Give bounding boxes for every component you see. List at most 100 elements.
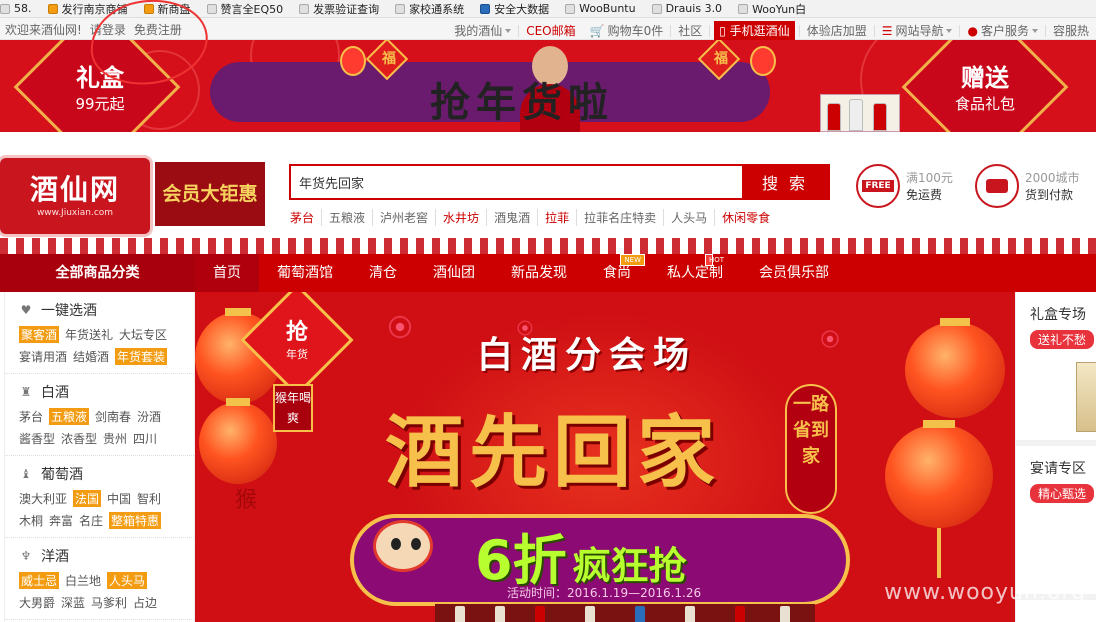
banner-headline: 酒先回家 bbox=[385, 407, 722, 498]
site-nav-menu[interactable]: ☰ 网站导航 bbox=[875, 22, 960, 39]
ceo-mail-link[interactable]: CEO邮箱 bbox=[519, 22, 582, 39]
category-link[interactable]: 五粮液 bbox=[49, 408, 90, 425]
bookmark-item[interactable]: 发票验证查询 bbox=[299, 1, 379, 17]
nav-item[interactable]: 新品发现 bbox=[493, 254, 585, 292]
page-icon bbox=[206, 3, 217, 14]
category-link[interactable]: 大男爵 bbox=[19, 594, 55, 611]
free-shipping-line2: 免运费 bbox=[906, 188, 943, 202]
mobile-link[interactable]: ▯ 手机逛酒仙 bbox=[714, 21, 795, 40]
bookmark-item[interactable]: 赞言全EQ50 bbox=[206, 1, 284, 17]
main-nav: 全部商品分类 首页 葡萄酒馆 清仓 酒仙团 HOT 新品发现 食尚 NEW 私人定制 会员俱乐部 bbox=[0, 254, 1096, 292]
hot-keyword-link[interactable]: 酒鬼酒 bbox=[486, 209, 537, 226]
site-logo[interactable]: 酒仙网 www.Jiuxian.com bbox=[0, 158, 150, 234]
category-link[interactable]: 剑南春 bbox=[95, 408, 131, 425]
nav-item[interactable]: 会员俱乐部 bbox=[741, 254, 847, 292]
search-input[interactable] bbox=[291, 166, 742, 198]
nav-item[interactable]: 葡萄酒馆 bbox=[259, 254, 351, 292]
category-title[interactable]: ♆ 洋酒 bbox=[19, 546, 194, 566]
site-header: 酒仙网 www.Jiuxian.com 会员大钜惠 搜 索 茅台五粮液泸州老窖水… bbox=[0, 132, 1096, 242]
my-account-menu[interactable]: 我的酒仙 bbox=[447, 22, 518, 39]
hot-keyword-link[interactable]: 拉菲名庄特卖 bbox=[576, 209, 663, 226]
hotline-text: 容服热 bbox=[1052, 24, 1089, 38]
category-link[interactable]: 宴请用酒 bbox=[19, 348, 67, 365]
lantern-icon bbox=[199, 398, 277, 484]
wine-bottle-icon: ♝ bbox=[20, 467, 32, 481]
category-link[interactable]: 中国 bbox=[107, 490, 131, 507]
nav-item[interactable]: 私人定制 bbox=[649, 254, 741, 292]
zone-title: 宴请专区 bbox=[1030, 461, 1086, 477]
nav-item[interactable]: 清仓 bbox=[351, 254, 415, 292]
bookmark-item[interactable]: WooBuntu bbox=[565, 2, 636, 15]
category-link[interactable]: 贵州 bbox=[103, 430, 127, 447]
lantern-icon bbox=[340, 46, 366, 76]
banner-title: 白酒分会场 bbox=[477, 334, 698, 376]
chevron-down-icon bbox=[505, 28, 512, 33]
category-link[interactable]: 浓香型 bbox=[61, 430, 97, 447]
weather-icon bbox=[47, 3, 58, 14]
nav-item[interactable]: 酒仙团 HOT bbox=[415, 254, 724, 292]
cart-link[interactable]: 🛒 购物车0件 bbox=[583, 22, 671, 39]
hot-keyword-link[interactable]: 休闲零食 bbox=[714, 209, 777, 226]
search-button[interactable]: 搜 索 bbox=[742, 166, 828, 198]
category-link[interactable]: 名庄 bbox=[79, 512, 103, 529]
nav-item-label: 食尚 bbox=[603, 265, 631, 281]
cart-icon: 🛒 bbox=[589, 23, 605, 38]
hot-keyword-link[interactable]: 泸州老窖 bbox=[372, 209, 435, 226]
category-link[interactable]: 占边 bbox=[133, 594, 157, 611]
bookmark-label: 赞言全EQ50 bbox=[220, 2, 284, 16]
category-title[interactable]: ♜ 白酒 bbox=[19, 382, 194, 402]
customer-service-menu[interactable]: ● 客户服务 bbox=[960, 22, 1045, 39]
category-link[interactable]: 法国 bbox=[73, 490, 102, 507]
banquet-zone[interactable]: 宴请专区 精心甄选 bbox=[1016, 446, 1096, 600]
category-link[interactable]: 茅台 bbox=[19, 408, 43, 425]
category-title[interactable]: ♝ 葡萄酒 bbox=[19, 464, 194, 484]
bottle-icon: ♜ bbox=[20, 385, 32, 399]
bookmark-label: WooBuntu bbox=[579, 2, 636, 15]
bookmark-item[interactable]: WooYun白 bbox=[738, 1, 806, 17]
chevron-down-icon bbox=[1031, 28, 1038, 33]
category-link[interactable]: 深蓝 bbox=[61, 594, 85, 611]
category-link[interactable]: 汾酒 bbox=[137, 408, 161, 425]
all-categories-button[interactable]: 全部商品分类 bbox=[0, 254, 195, 292]
category-link[interactable]: 年货套装 bbox=[115, 348, 168, 365]
hot-keyword-link[interactable]: 人头马 bbox=[663, 209, 714, 226]
community-link[interactable]: 社区 bbox=[671, 22, 709, 39]
category-link[interactable]: 人头马 bbox=[107, 572, 148, 589]
bookmark-item[interactable]: 58. bbox=[0, 2, 32, 15]
promo-slogan: 抢年货啦 bbox=[430, 70, 614, 128]
category-link[interactable]: 白兰地 bbox=[65, 572, 101, 589]
main-banner[interactable]: 抢 年货 猴年喝爽 猴 白酒分会场 酒先回家 一路省到家 6折 疯狂抢 活动时间… bbox=[195, 292, 1015, 622]
category-title[interactable]: ♥ 一键选酒 bbox=[19, 300, 194, 320]
category-link[interactable]: 威士忌 bbox=[19, 572, 60, 589]
category-link[interactable]: 马爹利 bbox=[91, 594, 127, 611]
category-link[interactable]: 年货送礼 bbox=[65, 326, 113, 343]
category-link[interactable]: 整箱特惠 bbox=[109, 512, 162, 529]
hot-keyword-link[interactable]: 水井坊 bbox=[435, 209, 486, 226]
category-link[interactable]: 智利 bbox=[137, 490, 161, 507]
category-group: ♆ 洋酒威士忌 白兰地 人头马大男爵 深蓝 马爹利 占边 bbox=[5, 538, 194, 620]
category-group: ♜ 白酒茅台 五粮液 剑南春 汾酒酱香型 浓香型 贵州 四川 bbox=[5, 374, 194, 456]
category-link[interactable]: 四川 bbox=[133, 430, 157, 447]
category-link-row: 大男爵 深蓝 马爹利 占边 bbox=[19, 594, 194, 611]
vip-promo-button[interactable]: 会员大钜惠 bbox=[155, 162, 265, 226]
category-link[interactable]: 奔富 bbox=[49, 512, 73, 529]
grab-sub: 年货 bbox=[286, 348, 308, 361]
hot-keyword-link[interactable]: 茅台 bbox=[290, 209, 321, 226]
lantern-icon bbox=[885, 420, 993, 578]
gift-box-zone[interactable]: 礼盒专场 送礼不愁 bbox=[1016, 292, 1096, 446]
bookmark-item[interactable]: Drauis 3.0 bbox=[651, 2, 722, 15]
store-franchise-link[interactable]: 体验店加盟 bbox=[800, 22, 874, 39]
nav-item[interactable]: 首页 bbox=[195, 254, 259, 292]
bookmark-item[interactable]: 安全大数据 bbox=[480, 1, 549, 17]
category-link[interactable]: 聚客酒 bbox=[19, 326, 60, 343]
category-link[interactable]: 大坛专区 bbox=[119, 326, 167, 343]
hot-keyword-link[interactable]: 拉菲 bbox=[537, 209, 576, 226]
bookmark-item[interactable]: 家校通系统 bbox=[395, 1, 464, 17]
category-link[interactable]: 澳大利亚 bbox=[19, 490, 67, 507]
category-link[interactable]: 结婚酒 bbox=[73, 348, 109, 365]
nav-item[interactable]: 食尚 NEW bbox=[585, 254, 649, 292]
category-link[interactable]: 酱香型 bbox=[19, 430, 55, 447]
category-link[interactable]: 木桐 bbox=[19, 512, 43, 529]
my-account-label: 我的酒仙 bbox=[454, 24, 503, 38]
hot-keyword-link[interactable]: 五粮液 bbox=[321, 209, 372, 226]
